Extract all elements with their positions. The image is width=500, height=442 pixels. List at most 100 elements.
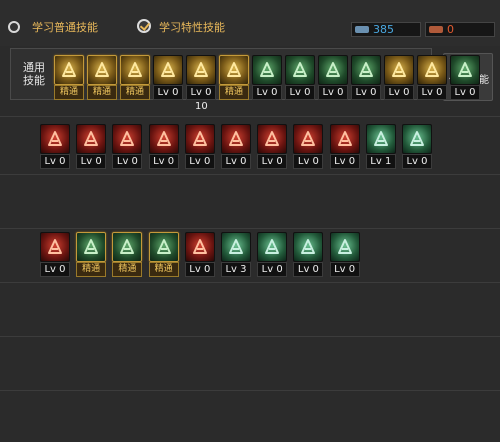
gear-burst-icon[interactable] xyxy=(257,232,288,262)
warrior-icon[interactable] xyxy=(417,55,447,85)
skill-glyph xyxy=(352,56,380,84)
grenade-icon[interactable] xyxy=(184,232,215,262)
bomb-icon[interactable] xyxy=(293,124,324,154)
skill-level: Lv 0 xyxy=(329,154,360,169)
skill-glyph xyxy=(385,56,413,84)
blade-icon[interactable] xyxy=(450,55,480,85)
cannon-icon[interactable] xyxy=(40,232,70,262)
skill-level: Lv 0 xyxy=(252,85,282,100)
skill-slot[interactable]: 精通 xyxy=(87,55,117,101)
skill-level: Lv 0 xyxy=(184,154,215,169)
speed-icon[interactable] xyxy=(365,124,396,154)
sword-slash-icon[interactable] xyxy=(40,124,70,154)
skill-slot[interactable]: Lv 0 xyxy=(76,124,107,170)
meditate-icon[interactable] xyxy=(54,55,84,85)
skill-slot[interactable]: Lv 0 xyxy=(186,55,216,101)
skill-slot[interactable]: Lv 0 xyxy=(40,232,70,278)
skill-slot[interactable]: Lv 0 xyxy=(184,124,215,170)
cyclone-icon[interactable] xyxy=(329,232,360,262)
skill-level: Lv 0 xyxy=(40,154,70,169)
sp-value: 385 xyxy=(373,23,394,36)
skill-slot[interactable]: Lv 0 xyxy=(40,124,70,170)
dash-icon[interactable] xyxy=(87,55,117,85)
wings-icon[interactable] xyxy=(153,55,183,85)
skill-glyph xyxy=(451,56,479,84)
skill-slot[interactable]: Lv 0 xyxy=(153,55,183,101)
skill-slot[interactable]: 精通 xyxy=(219,55,249,101)
skill-level: Lv 0 xyxy=(285,85,315,100)
skill-slot[interactable]: 精通 xyxy=(76,232,107,278)
skill-level: Lv 0 xyxy=(112,154,143,169)
skill-level: Lv 0 xyxy=(40,262,70,277)
skill-slot[interactable]: Lv 0 xyxy=(293,232,324,278)
skill-slot[interactable]: 精通 xyxy=(112,232,143,278)
leaf-blade-icon[interactable] xyxy=(184,124,215,154)
figure-icon[interactable] xyxy=(318,55,348,85)
skill-slot[interactable]: 精通 xyxy=(148,232,179,278)
skill-slot[interactable]: Lv 0 xyxy=(329,232,360,278)
burst-icon[interactable] xyxy=(285,55,315,85)
explosion-icon[interactable] xyxy=(221,124,251,154)
vortex-icon[interactable] xyxy=(293,232,324,262)
skill-glyph xyxy=(55,56,83,84)
skill-level: Lv 0 xyxy=(76,154,107,169)
skill-slot[interactable]: Lv 0 xyxy=(402,124,432,170)
gun-icon[interactable] xyxy=(257,124,288,154)
sp-icon xyxy=(355,26,369,33)
eye-shot-icon[interactable] xyxy=(76,232,107,262)
skill-slot[interactable]: Lv 0 xyxy=(351,55,381,101)
eye-icon[interactable] xyxy=(384,55,414,85)
skill-slot[interactable]: Lv 0 xyxy=(252,55,282,101)
skill-slot[interactable]: Lv 1 xyxy=(365,124,396,170)
skill-level: Lv 0 xyxy=(257,154,288,169)
skill-glyph xyxy=(154,56,182,84)
normal-skill-radio[interactable] xyxy=(8,21,20,33)
special-skill-checkbox-icon[interactable] xyxy=(137,19,151,33)
spin-icon[interactable] xyxy=(112,232,143,262)
skill-glyph xyxy=(150,233,178,261)
common-skills-label: 通用技能 xyxy=(23,61,45,87)
skill-slot[interactable]: Lv 0 xyxy=(329,124,360,170)
skill-glyph xyxy=(294,125,322,153)
claw-icon[interactable] xyxy=(112,124,143,154)
skill-slot[interactable]: Lv 0 xyxy=(148,124,179,170)
skill-slot[interactable]: Lv 0 xyxy=(318,55,348,101)
skill-slot[interactable]: 精通 xyxy=(120,55,150,101)
skill-slot[interactable]: 精通 xyxy=(54,55,84,101)
skill-slot[interactable]: Lv 0 xyxy=(293,124,324,170)
skill-level: Lv 0 xyxy=(450,85,480,100)
skill-level: Lv 0 xyxy=(148,154,179,169)
skill-slot[interactable]: Lv 0 xyxy=(112,124,143,170)
skill-slot[interactable]: Lv 0 xyxy=(417,55,447,101)
flame-sword-icon[interactable] xyxy=(148,124,179,154)
skill-glyph xyxy=(286,56,314,84)
tp-icon xyxy=(429,26,443,33)
skill-slot[interactable]: Lv 0 xyxy=(184,232,215,278)
eagle-icon[interactable] xyxy=(186,55,216,85)
skill-glyph xyxy=(150,125,178,153)
row-divider xyxy=(0,228,500,229)
skill-glyph xyxy=(220,56,248,84)
skill-glyph xyxy=(253,56,281,84)
kick-icon[interactable] xyxy=(402,124,432,154)
skill-glyph xyxy=(258,233,286,261)
normal-skill-tab-label[interactable]: 学习普通技能 xyxy=(32,21,98,34)
axe-icon[interactable] xyxy=(76,124,107,154)
row-divider xyxy=(0,116,500,117)
jump-icon[interactable] xyxy=(120,55,150,85)
skill-slot[interactable]: Lv 0 xyxy=(384,55,414,101)
launcher-icon[interactable] xyxy=(221,232,251,262)
rifle-icon[interactable] xyxy=(148,232,179,262)
skill-slot[interactable]: Lv 0 xyxy=(285,55,315,101)
skill-level: Lv 0 xyxy=(186,85,216,100)
skill-slot[interactable]: Lv 0 xyxy=(257,124,288,170)
skill-slot[interactable]: Lv 0 xyxy=(450,55,480,101)
special-skill-tab-label[interactable]: 学习特性技能 xyxy=(159,21,225,34)
fire-burst-icon[interactable] xyxy=(329,124,360,154)
target-icon[interactable] xyxy=(252,55,282,85)
skill-slot[interactable]: Lv 3 xyxy=(221,232,251,278)
runner-icon[interactable] xyxy=(351,55,381,85)
feather-icon[interactable] xyxy=(219,55,249,85)
skill-slot[interactable]: Lv 0 xyxy=(221,124,251,170)
skill-slot[interactable]: Lv 0 xyxy=(257,232,288,278)
